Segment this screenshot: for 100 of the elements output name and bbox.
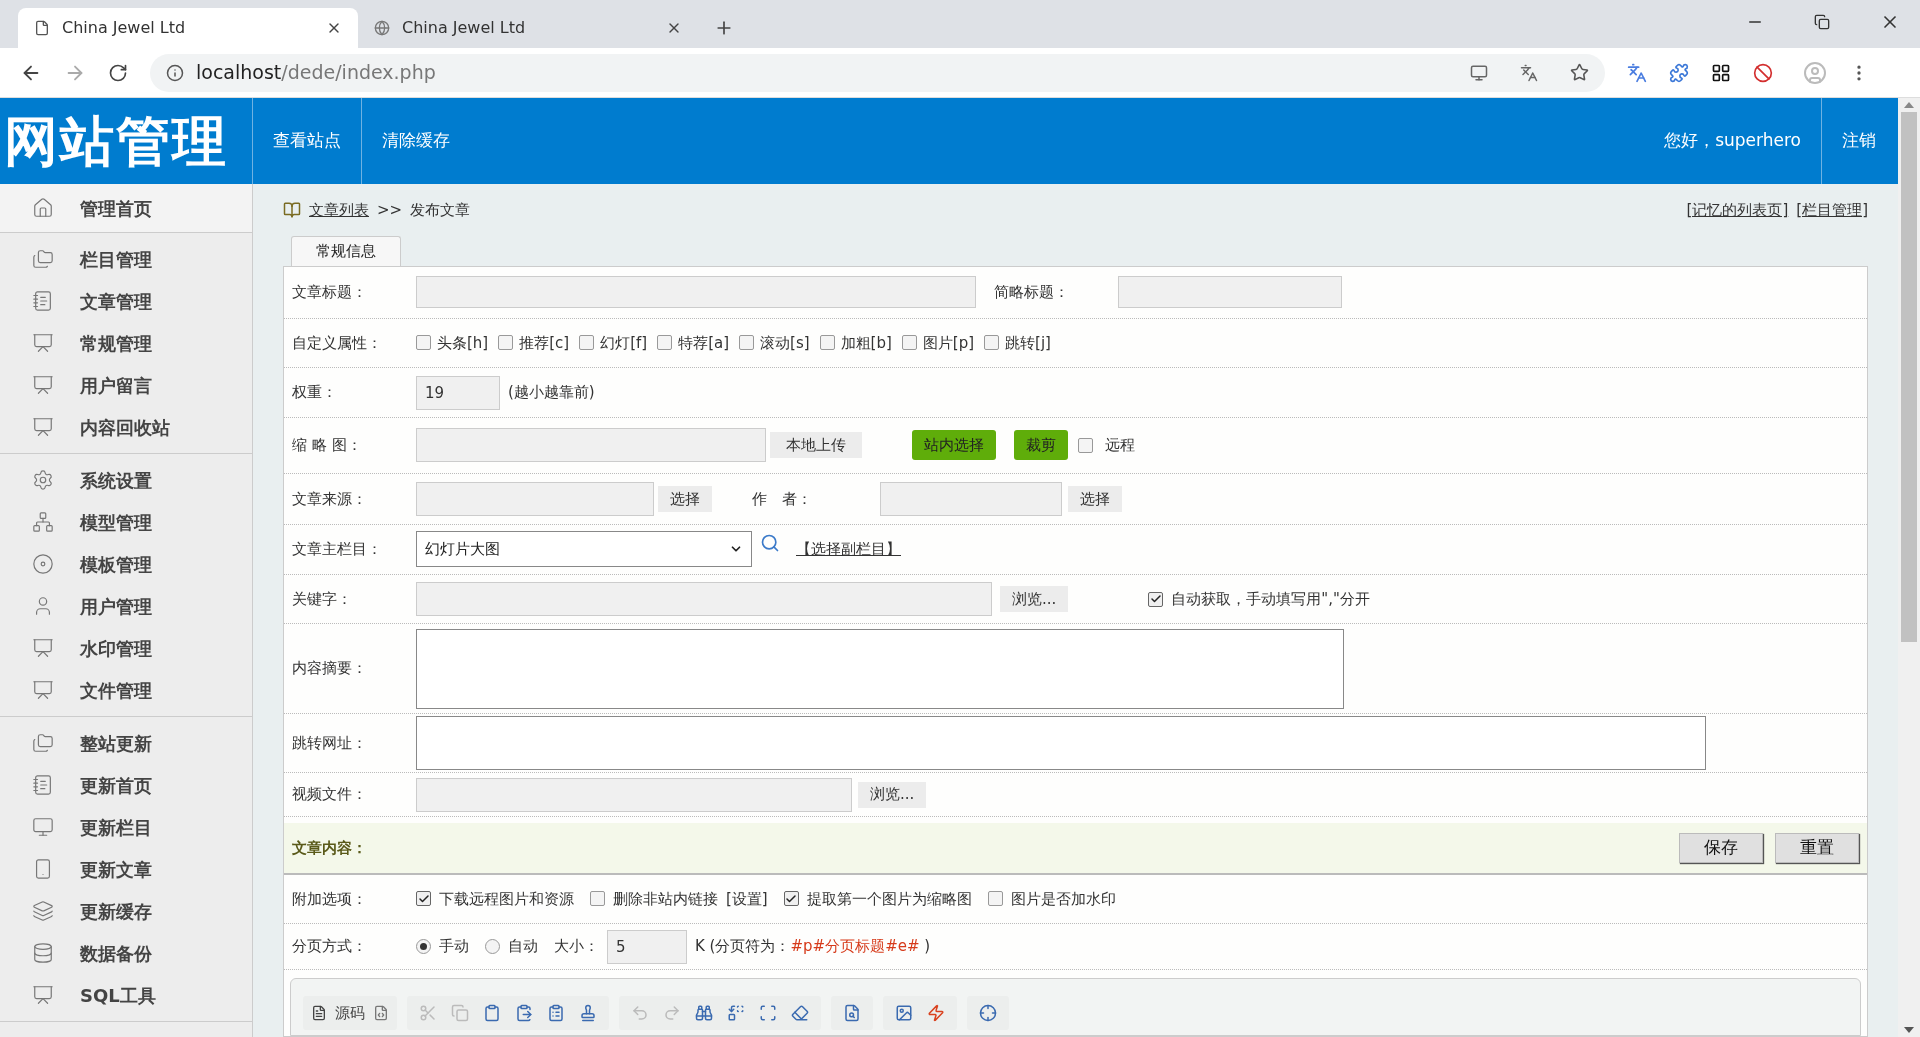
- checkbox[interactable]: [579, 335, 595, 351]
- layers-icon: [32, 900, 54, 922]
- sidebar-item[interactable]: 更新缓存: [0, 890, 252, 932]
- sidebar-item[interactable]: 用户管理: [0, 585, 252, 627]
- checkbox[interactable]: [1148, 591, 1164, 607]
- option-label: 滚动[s]: [760, 332, 810, 354]
- flash-icon[interactable]: [927, 1004, 945, 1022]
- upload-button[interactable]: 本地上传: [770, 432, 862, 459]
- breadcrumb-link[interactable]: 文章列表: [309, 198, 369, 222]
- settings-link[interactable]: [设置]: [726, 887, 768, 911]
- sidebar-item[interactable]: 数据备份: [0, 932, 252, 974]
- input-field[interactable]: [416, 428, 766, 463]
- globe-icon: [374, 20, 390, 36]
- sidebar-item[interactable]: 更新栏目: [0, 806, 252, 848]
- restore-icon[interactable]: [1814, 14, 1830, 30]
- checkbox[interactable]: [783, 891, 799, 907]
- sidebar-item[interactable]: 水印管理: [0, 627, 252, 669]
- input-field[interactable]: [416, 481, 654, 516]
- radio-button[interactable]: [416, 939, 431, 955]
- input-field[interactable]: [416, 276, 976, 309]
- input-field[interactable]: [880, 481, 1062, 516]
- section-title: 文章内容：: [292, 837, 368, 859]
- checkbox[interactable]: [819, 335, 835, 351]
- radio-button[interactable]: [485, 939, 500, 955]
- summary-textarea[interactable]: [416, 628, 1344, 709]
- checkbox[interactable]: [901, 335, 917, 351]
- checkbox[interactable]: [1078, 437, 1093, 453]
- sidebar-item[interactable]: 模板管理: [0, 543, 252, 585]
- sidebar-item[interactable]: 常规管理: [0, 322, 252, 364]
- input-field[interactable]: [416, 777, 852, 812]
- paste-icon[interactable]: [483, 1004, 501, 1022]
- reload-icon[interactable]: [108, 62, 128, 83]
- field-label: 附加选项：: [292, 888, 368, 910]
- option-label: 跳转[j]: [1005, 332, 1051, 354]
- find-icon[interactable]: [695, 1004, 713, 1022]
- sidebar-item[interactable]: 文章管理: [0, 280, 252, 322]
- browse-button[interactable]: 浏览...: [1000, 586, 1069, 613]
- sidebar-item[interactable]: 栏目管理: [0, 238, 252, 280]
- tab-title: China Jewel Ltd: [402, 17, 527, 39]
- checkbox[interactable]: [590, 891, 605, 907]
- option-label: 删除非站内链接: [613, 888, 718, 910]
- field-label: 内容摘要：: [292, 658, 368, 680]
- header-link[interactable]: [记忆的列表页]: [1686, 198, 1789, 222]
- sidebar-item[interactable]: 用户留言: [0, 364, 252, 406]
- weight-field[interactable]: 19: [416, 375, 500, 410]
- sidebar-item[interactable]: 系统设置: [0, 459, 252, 501]
- source-button[interactable]: 源码: [335, 1001, 365, 1025]
- target-icon[interactable]: [979, 1004, 997, 1022]
- form-tab[interactable]: 常规信息: [291, 236, 401, 266]
- logout-link[interactable]: 注销: [1822, 98, 1896, 184]
- replace-icon[interactable]: [727, 1004, 745, 1022]
- url-textarea[interactable]: [416, 716, 1706, 771]
- eraser-icon[interactable]: [791, 1004, 809, 1022]
- input-field[interactable]: [1118, 276, 1342, 309]
- folders-icon: [32, 248, 54, 270]
- sidebar-item[interactable]: 更新文章: [0, 848, 252, 890]
- notepad-icon: [32, 290, 54, 312]
- sidebar-item[interactable]: 文件管理: [0, 669, 252, 711]
- folders-icon: [32, 732, 54, 754]
- column-select[interactable]: 幻灯片大图: [416, 531, 752, 568]
- browse-button[interactable]: 选择: [1068, 485, 1122, 512]
- bookmark-star-icon[interactable]: [1570, 63, 1589, 82]
- info-icon: [166, 63, 184, 82]
- input-field[interactable]: [416, 582, 992, 617]
- save-button[interactable]: 保存: [1679, 832, 1763, 863]
- sidebar-item[interactable]: 模型管理: [0, 501, 252, 543]
- image-icon[interactable]: [895, 1004, 913, 1022]
- notepad-icon: [32, 774, 54, 796]
- easel-icon: [32, 637, 54, 659]
- header-link[interactable]: [栏目管理]: [1796, 198, 1868, 222]
- crop-button[interactable]: 裁剪: [1014, 430, 1068, 461]
- address-bar[interactable]: localhost/dede/index.php: [150, 53, 1605, 92]
- checkbox[interactable]: [416, 891, 431, 907]
- scrollbar[interactable]: [1898, 98, 1920, 1037]
- checkbox[interactable]: [987, 891, 1003, 907]
- translate-icon[interactable]: [1520, 63, 1538, 82]
- document-icon: [311, 1005, 327, 1021]
- checkbox[interactable]: [984, 335, 1000, 351]
- translate-extension-icon[interactable]: [1627, 62, 1647, 83]
- subcolumn-link[interactable]: 【选择副栏目】: [796, 538, 901, 561]
- sidebar-item[interactable]: 整站更新: [0, 722, 252, 764]
- checkbox[interactable]: [498, 335, 514, 351]
- option-label: 图片[p]: [922, 332, 975, 354]
- size-field[interactable]: 5: [607, 929, 687, 964]
- preview-icon[interactable]: [843, 1004, 861, 1022]
- pick-button[interactable]: 站内选择: [912, 430, 996, 461]
- option-label: 加粗[b]: [840, 332, 892, 354]
- sidebar-item[interactable]: 更新首页: [0, 764, 252, 806]
- browse-button[interactable]: 选择: [658, 485, 712, 512]
- browse-button[interactable]: 浏览...: [858, 781, 927, 808]
- reset-button[interactable]: 重置: [1775, 832, 1859, 863]
- sidebar-item[interactable]: 内容回收站: [0, 406, 252, 448]
- browser-tab[interactable]: China Jewel Ltd: [18, 8, 358, 48]
- sidebar-item[interactable]: SQL工具: [0, 974, 252, 1016]
- checkbox[interactable]: [739, 335, 755, 351]
- puzzle-extension-icon[interactable]: [1669, 62, 1689, 83]
- checkbox[interactable]: [416, 335, 431, 351]
- field-label: 文章标题：: [292, 282, 368, 304]
- checkbox[interactable]: [657, 335, 673, 351]
- search-icon[interactable]: [760, 533, 780, 554]
